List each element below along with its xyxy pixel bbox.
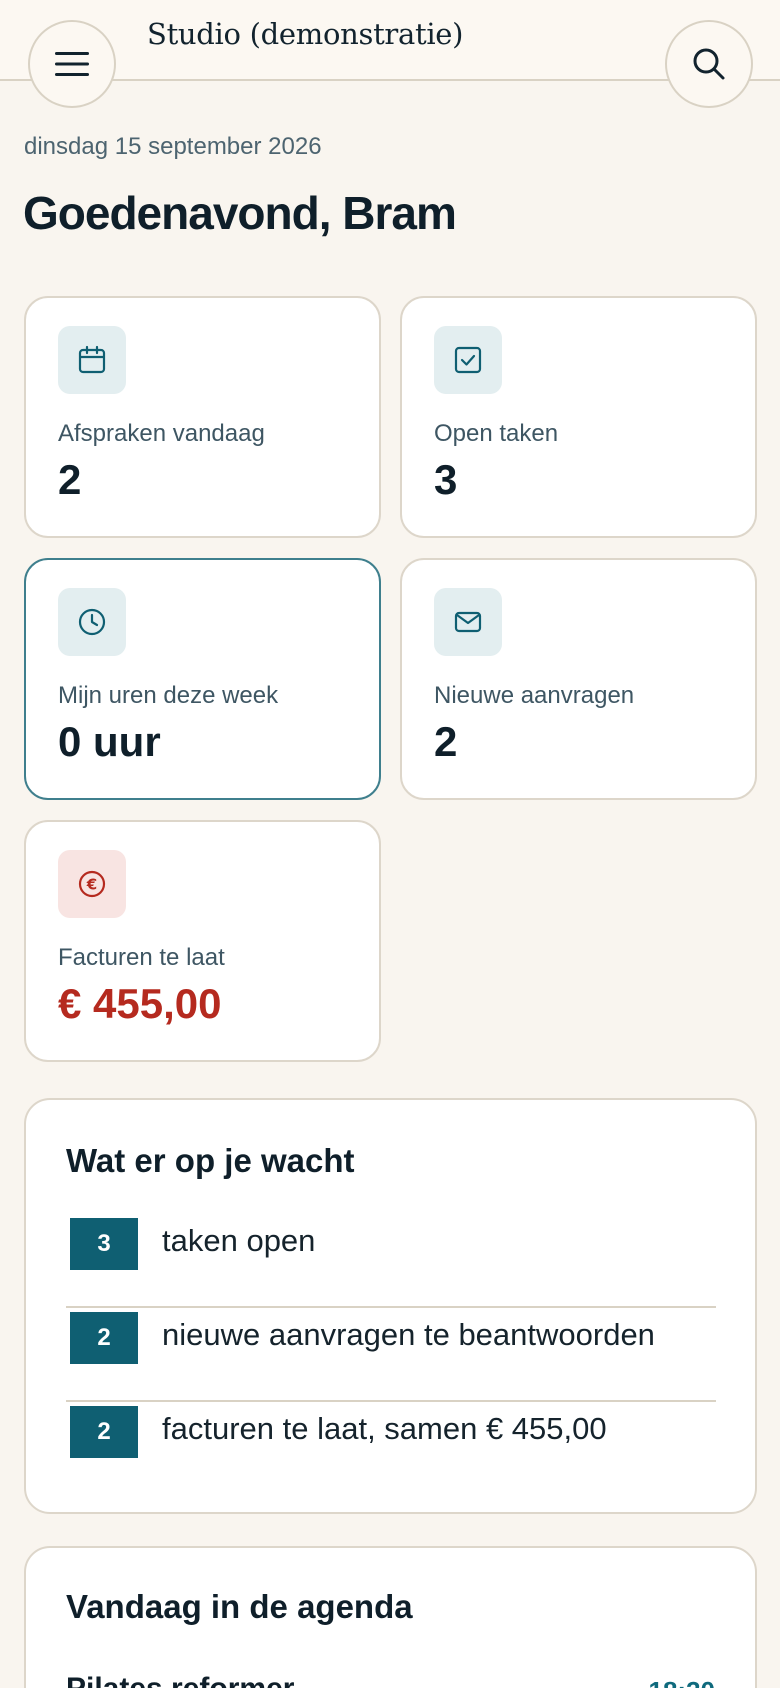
- top-bar: Studio (demonstratie): [0, 0, 780, 81]
- count-badge: 3: [70, 1218, 138, 1270]
- stat-card-overdue-invoices[interactable]: € Facturen te laat € 455,00: [24, 820, 381, 1062]
- stat-label: Mijn uren deze week: [58, 682, 279, 709]
- svg-text:€: €: [86, 876, 97, 894]
- app-title: Studio (demonstratie): [147, 17, 464, 51]
- clock-icon: [78, 608, 106, 636]
- stat-card-my-hours[interactable]: Mijn uren deze week 0 uur: [24, 558, 381, 800]
- current-date: dinsdag 15 september 2026: [24, 133, 322, 160]
- count-badge: 2: [70, 1312, 138, 1364]
- todo-text: taken open: [162, 1223, 316, 1258]
- agenda-item-time: 18:30: [649, 1676, 716, 1688]
- stat-card-open-tasks[interactable]: Open taken 3: [400, 296, 757, 538]
- todo-text: facturen te laat, samen € 455,00: [162, 1411, 607, 1446]
- stat-icon-box: [58, 326, 126, 394]
- count-badge: 2: [70, 1406, 138, 1458]
- todo-panel: Wat er op je wacht 3 taken open 2 nieuwe…: [24, 1098, 757, 1514]
- stat-value: 0 uur: [58, 718, 161, 765]
- search-icon: [693, 48, 725, 80]
- calendar-icon: [78, 345, 106, 374]
- checkbox-icon: [454, 346, 482, 374]
- agenda-panel-title: Vandaag in de agenda: [66, 1588, 413, 1625]
- menu-button[interactable]: [28, 20, 116, 108]
- greeting-heading: Goedenavond, Bram: [23, 187, 457, 239]
- stat-value: 2: [58, 456, 82, 503]
- hamburger-menu-icon: [55, 52, 89, 76]
- agenda-panel: Vandaag in de agenda Pilates reformer 18…: [24, 1546, 757, 1688]
- stat-value: € 455,00: [58, 980, 222, 1027]
- agenda-item-title[interactable]: Pilates reformer: [66, 1672, 294, 1688]
- todo-panel-title: Wat er op je wacht: [66, 1142, 355, 1179]
- stat-icon-box: €: [58, 850, 126, 918]
- stat-card-appointments[interactable]: Afspraken vandaag 2: [24, 296, 381, 538]
- stat-value: 2: [434, 718, 458, 765]
- todo-text: nieuwe aanvragen te beantwoorden: [162, 1317, 655, 1352]
- stat-label: Nieuwe aanvragen: [434, 682, 635, 709]
- euro-icon: €: [78, 870, 106, 898]
- stat-icon-box: [434, 588, 502, 656]
- todo-item[interactable]: 3 taken open: [66, 1214, 716, 1308]
- stat-label: Facturen te laat: [58, 944, 225, 971]
- todo-item[interactable]: 2 nieuwe aanvragen te beantwoorden: [66, 1308, 716, 1402]
- stat-icon-box: [434, 326, 502, 394]
- todo-item[interactable]: 2 facturen te laat, samen € 455,00: [66, 1402, 716, 1496]
- stat-icon-box: [58, 588, 126, 656]
- stat-card-new-requests[interactable]: Nieuwe aanvragen 2: [400, 558, 757, 800]
- stat-value: 3: [434, 456, 458, 503]
- search-button[interactable]: [665, 20, 753, 108]
- mail-icon: [454, 611, 482, 633]
- stat-label: Afspraken vandaag: [58, 420, 265, 447]
- stat-label: Open taken: [434, 420, 559, 447]
